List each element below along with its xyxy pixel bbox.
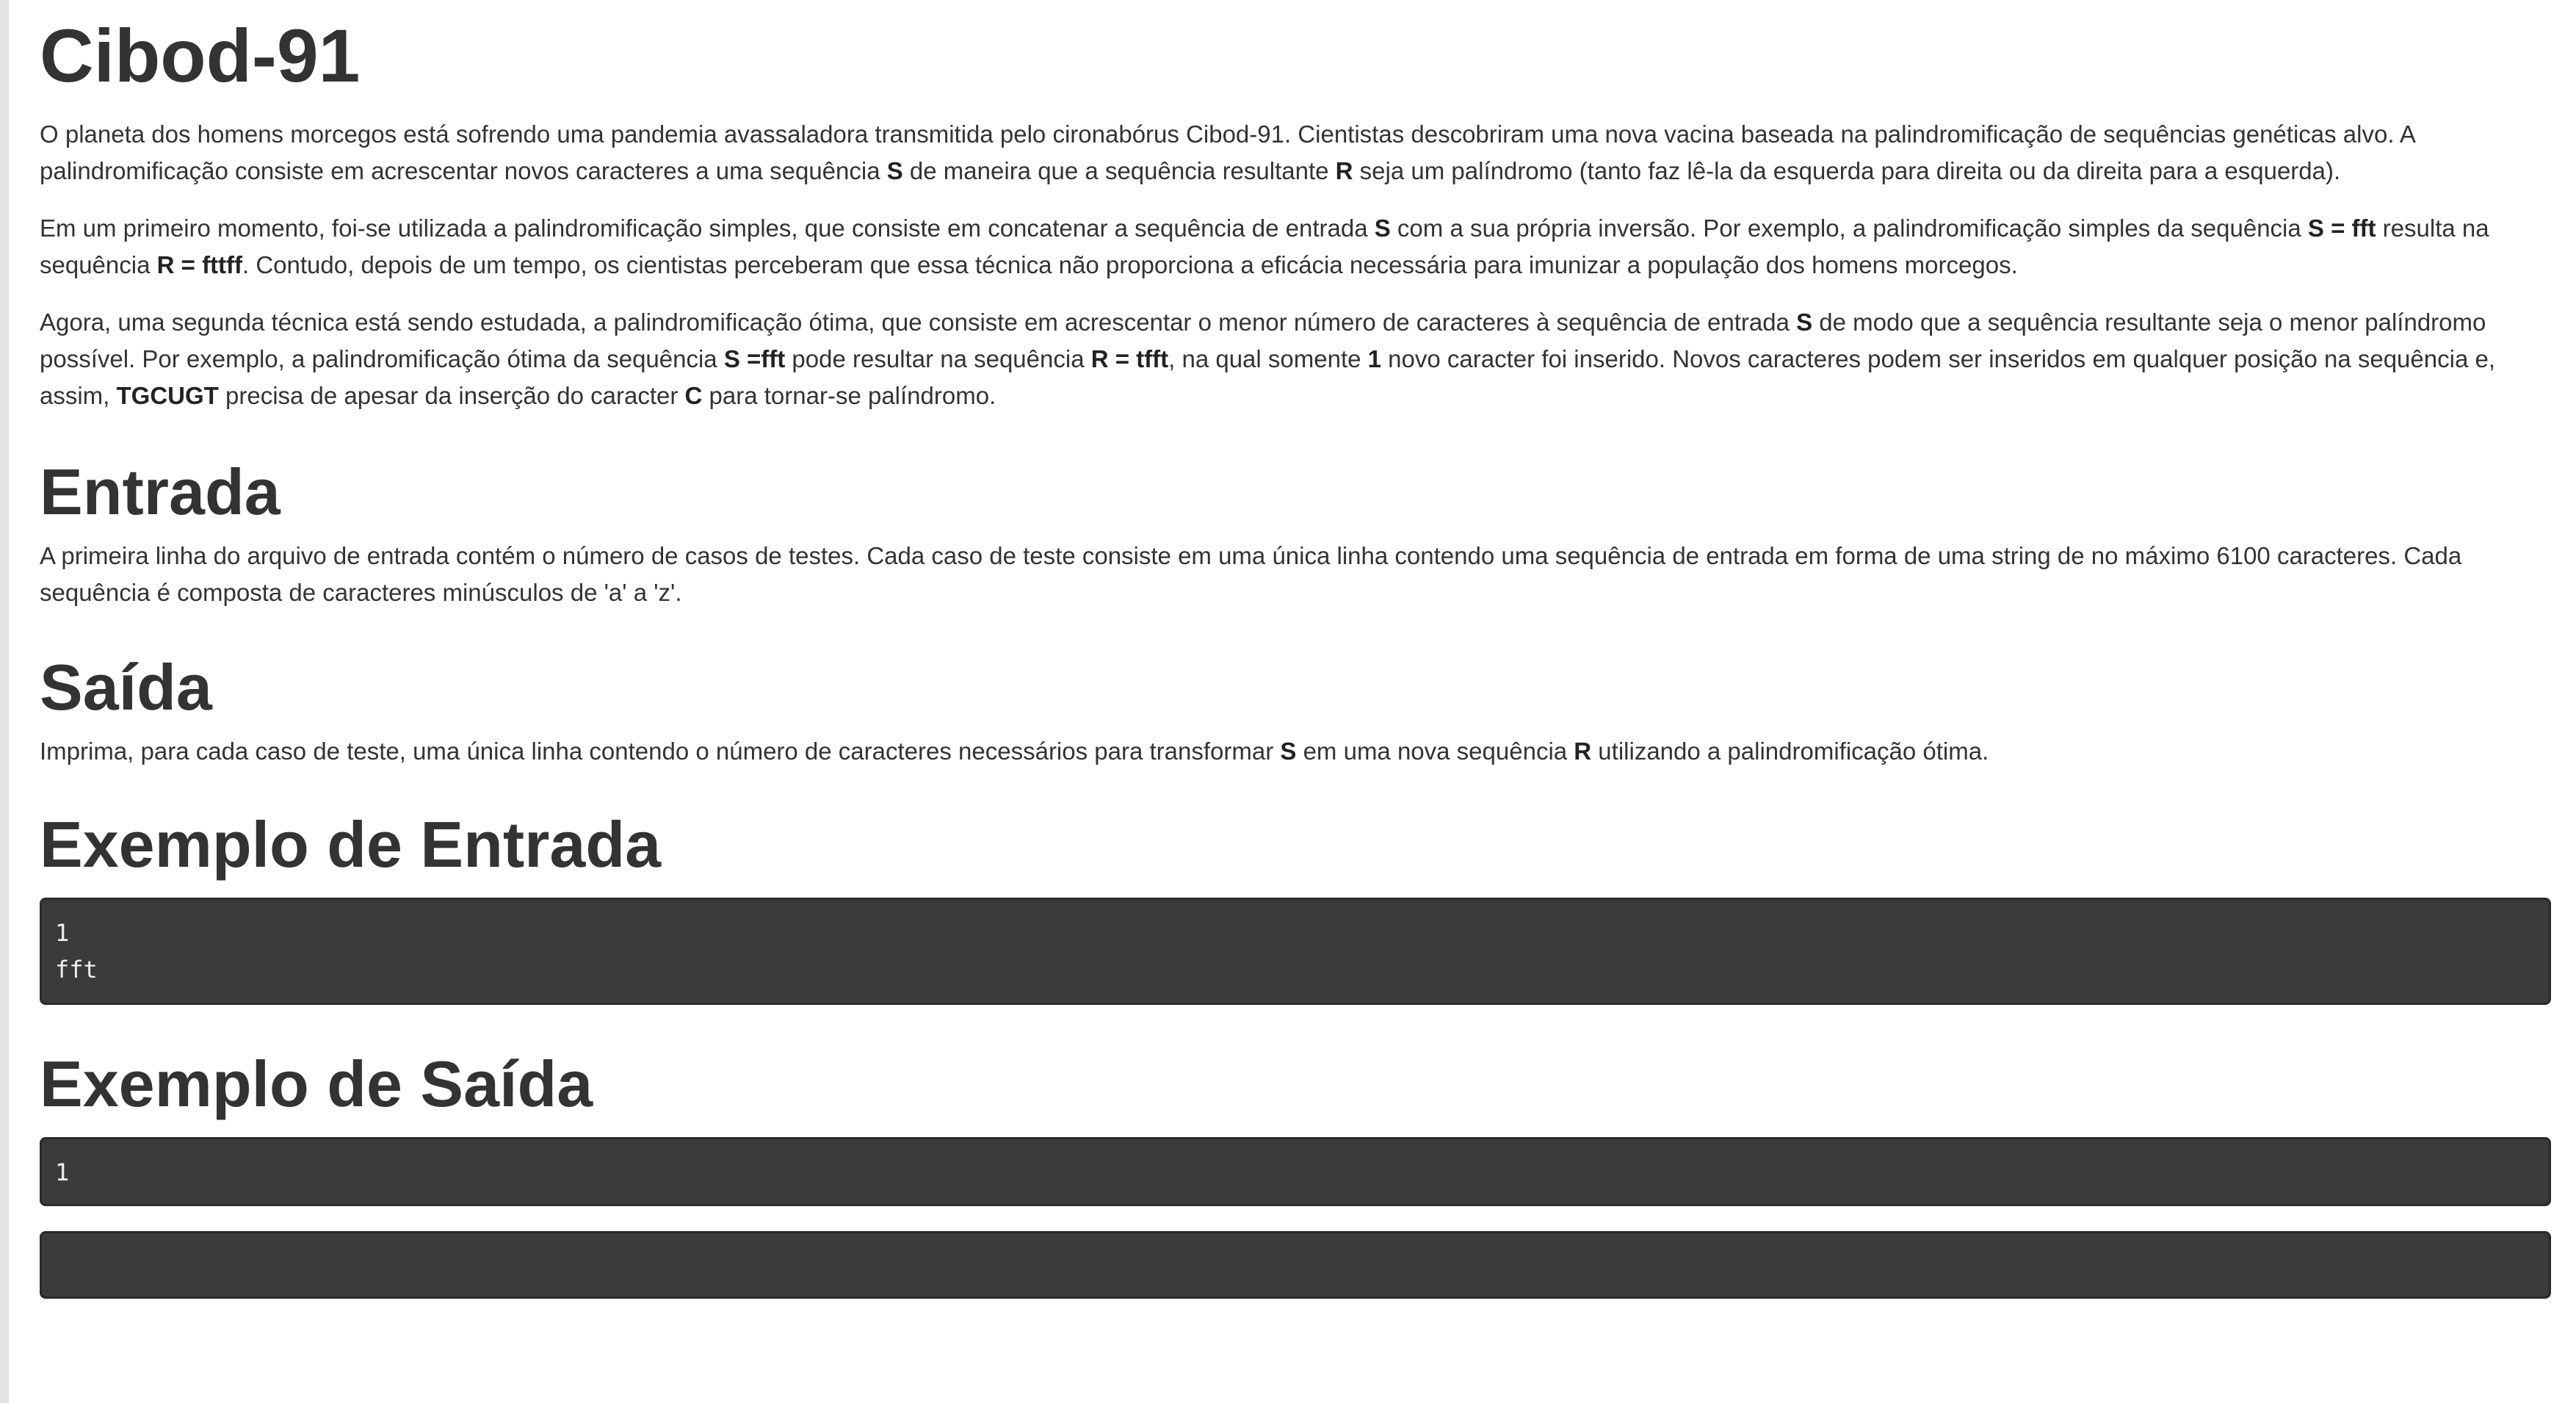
bold-term: C xyxy=(684,382,703,409)
sample-output-line: 1 xyxy=(55,1158,70,1186)
sample-input-box[interactable]: 1 fft xyxy=(40,898,2551,1005)
bold-term: S xyxy=(1280,737,1297,765)
sample-output-heading: Exemplo de Saída xyxy=(40,1047,593,1120)
intro-paragraph-2: Em um primeiro momento, foi-se utilizada… xyxy=(40,214,2489,278)
bold-term: S xyxy=(1796,309,1813,336)
sample-input-line: 1 xyxy=(55,919,70,947)
bold-term: 1 xyxy=(1367,345,1381,372)
bold-term: S = fft xyxy=(2307,214,2376,242)
bold-term: S =fft xyxy=(723,345,786,372)
left-border xyxy=(0,0,9,1403)
input-heading: Entrada xyxy=(40,455,281,528)
input-description: A primeira linha do arquivo de entrada c… xyxy=(40,542,2462,606)
bold-term: R xyxy=(1335,157,1353,184)
bold-term: R = fttff xyxy=(156,251,243,278)
bold-term: R xyxy=(1574,737,1592,765)
intro-paragraph-1: O planeta dos homens morcegos está sofre… xyxy=(40,120,2415,184)
bold-term: TGCUGT xyxy=(116,382,219,409)
sample-output-box[interactable]: 1 xyxy=(40,1137,2551,1206)
extra-code-box[interactable] xyxy=(40,1231,2551,1299)
problem-content: Cibod-91 O planeta dos homens morcegos e… xyxy=(40,0,2551,1299)
output-description: Imprima, para cada caso de teste, uma ún… xyxy=(40,737,1989,765)
sample-input-line: fft xyxy=(55,956,98,984)
intro-paragraph-3: Agora, uma segunda técnica está sendo es… xyxy=(40,309,2495,409)
bold-term: R = tfft xyxy=(1090,345,1169,372)
bold-term: S xyxy=(886,157,903,184)
output-heading: Saída xyxy=(40,651,212,724)
page-title: Cibod-91 xyxy=(40,14,361,98)
sample-input-heading: Exemplo de Entrada xyxy=(40,808,662,881)
bold-term: S xyxy=(1374,214,1391,242)
